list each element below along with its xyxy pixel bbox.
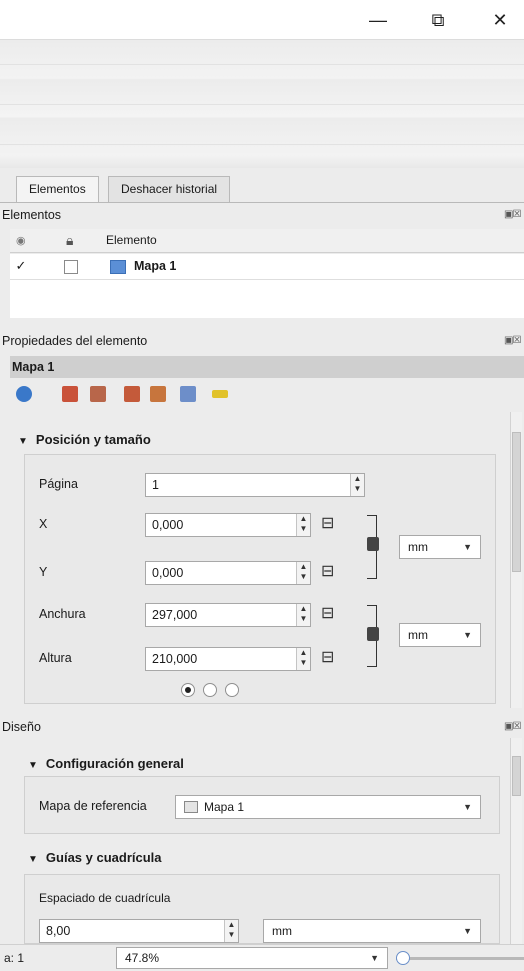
y-field[interactable]: 0,000 ▲ ▼ <box>145 561 311 585</box>
tab-divider <box>0 202 524 203</box>
map-item-icon <box>110 260 126 274</box>
minimize-button[interactable]: — <box>366 8 390 32</box>
zoom-slider-handle[interactable] <box>396 951 410 965</box>
data-defined-override-icon[interactable]: ⊟ <box>321 515 343 533</box>
chevron-down-icon: ▼ <box>463 926 472 936</box>
position-group-title[interactable]: ▼ Posición y tamaño <box>18 432 151 447</box>
x-spinner[interactable]: ▲ ▼ <box>296 514 310 536</box>
position-unit-dropdown[interactable]: mm ▼ <box>399 535 481 559</box>
general-group: Mapa de referencia Mapa 1 ▼ <box>24 776 500 834</box>
chevron-down-icon: ▼ <box>463 802 472 812</box>
visible-checkbox[interactable]: ✓ <box>14 259 28 274</box>
item-name: Mapa 1 <box>134 259 177 273</box>
grid-group: Espaciado de cuadrícula 8,00 ▲ ▼ mm ▼ <box>24 874 500 944</box>
reference-point-radio[interactable] <box>181 683 195 697</box>
lock-checkbox[interactable] <box>64 260 78 274</box>
page-label: Página <box>39 477 78 491</box>
data-defined-override-icon[interactable]: ⊟ <box>321 563 343 581</box>
refresh-icon[interactable] <box>16 386 32 402</box>
width-spinner[interactable]: ▲ ▼ <box>296 604 310 626</box>
x-field[interactable]: 0,000 ▲ ▼ <box>145 513 311 537</box>
scrollbar-thumb[interactable] <box>512 432 521 572</box>
lock-ratio-icon[interactable] <box>367 627 379 641</box>
height-field[interactable]: 210,000 ▲ ▼ <box>145 647 311 671</box>
properties-scroll-area: ▼ Posición y tamaño Página 1 ▲ ▼ X 0,000 ▲… <box>10 412 510 708</box>
tab-elementos[interactable]: Elementos <box>16 176 99 203</box>
position-size-group: Página 1 ▲ ▼ X 0,000 ▲ ▼ ⊟ Y 0,000 ▲ ▼ ⊟ mm… <box>24 454 496 704</box>
dock-buttons-icon[interactable]: ▣☒ <box>504 335 522 349</box>
height-spinner[interactable]: ▲ ▼ <box>296 648 310 670</box>
data-defined-icon[interactable] <box>62 386 78 402</box>
grid-spacing-label: Espaciado de cuadrícula <box>39 891 171 905</box>
panel-splitter[interactable] <box>0 708 524 716</box>
y-label: Y <box>39 565 48 579</box>
element-column-header: Elemento <box>106 233 157 247</box>
grid-spacing-field[interactable]: 8,00 ▲ ▼ <box>39 919 239 943</box>
toolbar-area <box>0 40 524 168</box>
items-panel-title: Elementos <box>2 208 62 222</box>
restore-button[interactable]: ⧉ <box>426 8 450 32</box>
collapse-triangle-icon: ▼ <box>18 436 28 447</box>
panel-splitter[interactable] <box>0 318 524 326</box>
collapse-triangle-icon: ▼ <box>28 854 38 865</box>
reference-point-radio[interactable] <box>203 683 217 697</box>
data-defined-override-icon[interactable]: ⊟ <box>321 605 343 623</box>
size-unit-dropdown[interactable]: mm ▼ <box>399 623 481 647</box>
properties-toolbar <box>10 380 510 410</box>
y-spinner[interactable]: ▲ ▼ <box>296 562 310 584</box>
width-label: Anchura <box>39 607 86 621</box>
page-field[interactable]: 1 ▲ ▼ <box>145 473 365 497</box>
properties-scrollbar[interactable] <box>510 412 522 708</box>
items-list-empty <box>10 280 524 318</box>
design-panel-title: Diseño <box>2 720 41 734</box>
width-field[interactable]: 297,000 ▲ ▼ <box>145 603 311 627</box>
dock-buttons-icon[interactable]: ▣☒ <box>504 209 522 223</box>
scrollbar-thumb[interactable] <box>512 756 521 796</box>
zoom-slider-track[interactable] <box>396 957 524 960</box>
map-icon <box>184 801 198 813</box>
x-label: X <box>39 517 48 531</box>
height-label: Altura <box>39 651 72 665</box>
data-defined-override-icon[interactable]: ⊟ <box>321 649 343 667</box>
chevron-down-icon: ▼ <box>463 542 472 552</box>
general-group-title[interactable]: ▼ Configuración general <box>28 756 184 771</box>
collapse-triangle-icon: ▼ <box>28 760 38 771</box>
override-icon[interactable] <box>90 386 106 402</box>
tab-deshacer-historial[interactable]: Deshacer historial <box>108 176 231 202</box>
items-table-header: ◉ 🔒︎ Elemento <box>10 229 524 253</box>
table-row[interactable]: ✓ Mapa 1 <box>10 254 524 280</box>
close-button[interactable]: ✕ <box>488 8 512 32</box>
chevron-down-icon: ▼ <box>463 630 472 640</box>
grid-group-title[interactable]: ▼ Guías y cuadrícula <box>28 850 162 865</box>
grid-unit-dropdown[interactable]: mm ▼ <box>263 919 481 943</box>
status-bar: a: 1 47.8% ▼ <box>0 944 524 971</box>
properties-item-name: Mapa 1 <box>10 356 524 378</box>
grid-spacing-spinner[interactable]: ▲ ▼ <box>224 920 238 942</box>
reference-map-label: Mapa de referencia <box>39 799 147 813</box>
page-spinner[interactable]: ▲ ▼ <box>350 474 364 496</box>
extent-icon[interactable] <box>180 386 196 402</box>
lock-ratio-icon[interactable] <box>367 537 379 551</box>
dock-buttons-icon[interactable]: ▣☒ <box>504 721 522 735</box>
chevron-down-icon: ▼ <box>370 953 379 963</box>
properties-panel-title: Propiedades del elemento <box>2 334 148 348</box>
override-icon[interactable] <box>150 386 166 402</box>
lock-header-icon: 🔒︎ <box>66 232 74 248</box>
ruler-icon[interactable] <box>212 390 228 398</box>
data-defined-icon[interactable] <box>124 386 140 402</box>
title-bar: — ⧉ ✕ <box>0 0 524 40</box>
visibility-icon: ◉ <box>16 235 26 247</box>
reference-map-dropdown[interactable]: Mapa 1 ▼ <box>175 795 481 819</box>
design-scrollbar[interactable] <box>510 738 522 944</box>
page-indicator: a: 1 <box>4 951 25 965</box>
reference-point-radio[interactable] <box>225 683 239 697</box>
zoom-dropdown[interactable]: 47.8% ▼ <box>116 947 388 969</box>
